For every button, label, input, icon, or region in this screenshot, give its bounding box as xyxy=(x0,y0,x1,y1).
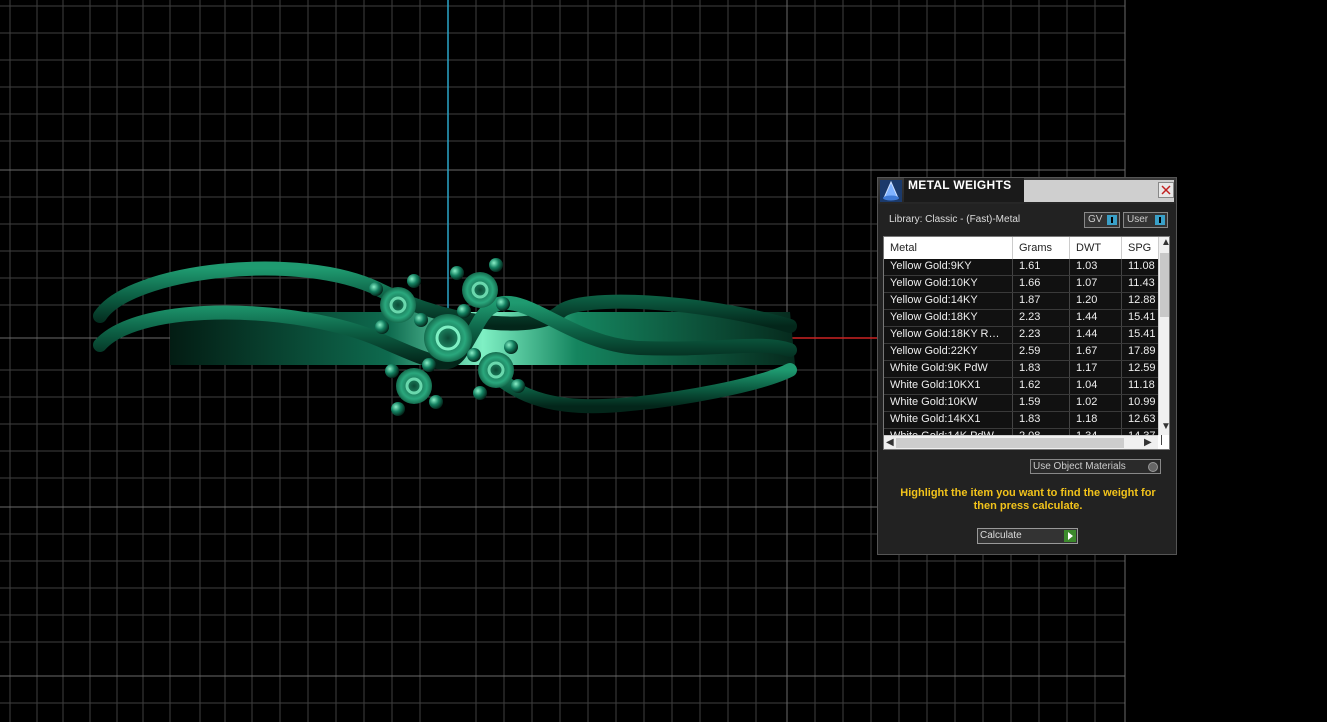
cell-spg: 17.89 xyxy=(1122,344,1162,360)
rosette-lower-right xyxy=(478,352,514,388)
user-toggle[interactable]: User xyxy=(1123,212,1168,228)
cell-dwt: 1.03 xyxy=(1070,259,1122,275)
cell-dwt: 1.17 xyxy=(1070,361,1122,377)
table-row[interactable]: Yellow Gold:10KY 1.66 1.07 11.43 xyxy=(884,276,1162,293)
table-body: Yellow Gold:9KY 1.61 1.03 11.08 Yellow Gold… xyxy=(884,259,1162,446)
user-toggle-label: User xyxy=(1127,214,1149,225)
panel-title: METAL WEIGHTS xyxy=(908,178,1012,192)
table-row[interactable]: White Gold:10KW 1.59 1.02 10.99 xyxy=(884,395,1162,412)
table-header: Metal Grams DWT SPG xyxy=(884,237,1162,259)
scroll-up-icon[interactable]: ▲ xyxy=(1161,237,1169,248)
column-header-grams[interactable]: Grams xyxy=(1013,237,1070,259)
use-object-materials-toggle[interactable]: Use Object Materials xyxy=(1030,459,1161,474)
cell-spg: 15.41 xyxy=(1122,327,1162,343)
info-icon xyxy=(1107,215,1117,225)
horizontal-scroll-thumb[interactable] xyxy=(896,438,1124,448)
ring-wire-bottom xyxy=(483,363,797,414)
rosette-lower-left xyxy=(396,368,432,404)
cell-spg: 12.59 xyxy=(1122,361,1162,377)
cell-dwt: 1.44 xyxy=(1070,310,1122,326)
rosette-upper-left xyxy=(380,287,416,323)
vertical-scrollbar[interactable]: ▲ ▼ xyxy=(1158,237,1169,435)
cell-grams: 1.83 xyxy=(1013,412,1070,428)
cell-metal: Yellow Gold:14KY xyxy=(884,293,1013,309)
cell-metal: White Gold:9K PdW xyxy=(884,361,1013,377)
cell-grams: 1.62 xyxy=(1013,378,1070,394)
cell-grams: 2.59 xyxy=(1013,344,1070,360)
cell-dwt: 1.02 xyxy=(1070,395,1122,411)
cell-grams: 2.23 xyxy=(1013,310,1070,326)
cell-grams: 1.59 xyxy=(1013,395,1070,411)
close-icon xyxy=(1161,185,1171,195)
scroll-left-icon[interactable]: ◀ xyxy=(886,437,894,448)
gv-toggle[interactable]: GV xyxy=(1084,212,1120,228)
column-header-metal[interactable]: Metal xyxy=(884,237,1013,259)
cell-metal: Yellow Gold:18KY R… xyxy=(884,327,1013,343)
vertical-scroll-thumb[interactable] xyxy=(1160,253,1169,317)
title-bar-fill xyxy=(1024,180,1174,202)
cell-spg: 12.63 xyxy=(1122,412,1162,428)
table-row[interactable]: White Gold:9K PdW 1.83 1.17 12.59 xyxy=(884,361,1162,378)
library-label: Library: Classic - (Fast)-Metal xyxy=(889,214,1021,225)
scroll-down-icon[interactable]: ▼ xyxy=(1161,421,1169,432)
cell-grams: 2.23 xyxy=(1013,327,1070,343)
use-object-materials-label: Use Object Materials xyxy=(1033,461,1126,472)
metal-weights-panel: METAL WEIGHTS Library: Classic - (Fast)-… xyxy=(877,177,1177,555)
cell-dwt: 1.44 xyxy=(1070,327,1122,343)
cell-spg: 11.18 xyxy=(1122,378,1162,394)
cell-spg: 11.43 xyxy=(1122,276,1162,292)
table-row[interactable]: White Gold:10KX1 1.62 1.04 11.18 xyxy=(884,378,1162,395)
rosette-upper-right xyxy=(462,272,498,308)
cell-metal: Yellow Gold:9KY xyxy=(884,259,1013,275)
cell-metal: Yellow Gold:10KY xyxy=(884,276,1013,292)
cell-metal: Yellow Gold:18KY xyxy=(884,310,1013,326)
cell-spg: 10.99 xyxy=(1122,395,1162,411)
cell-grams: 1.66 xyxy=(1013,276,1070,292)
table-row[interactable]: White Gold:14KX1 1.83 1.18 12.63 xyxy=(884,412,1162,429)
cell-metal: Yellow Gold:22KY xyxy=(884,344,1013,360)
app-logo-icon xyxy=(880,180,902,202)
cell-metal: White Gold:10KW xyxy=(884,395,1013,411)
cell-metal: White Gold:10KX1 xyxy=(884,378,1013,394)
cell-dwt: 1.18 xyxy=(1070,412,1122,428)
radio-icon xyxy=(1148,462,1158,472)
table-row[interactable]: Yellow Gold:14KY 1.87 1.20 12.88 xyxy=(884,293,1162,310)
scroll-right-icon[interactable]: ▶ xyxy=(1144,437,1152,448)
info-icon xyxy=(1155,215,1165,225)
cell-dwt: 1.04 xyxy=(1070,378,1122,394)
metal-table[interactable]: Metal Grams DWT SPG Yellow Gold:9KY 1.61 1… xyxy=(883,236,1170,450)
cell-metal: White Gold:14KX1 xyxy=(884,412,1013,428)
close-button[interactable] xyxy=(1158,182,1174,198)
cell-dwt: 1.20 xyxy=(1070,293,1122,309)
cell-grams: 1.83 xyxy=(1013,361,1070,377)
table-row[interactable]: Yellow Gold:22KY 2.59 1.67 17.89 xyxy=(884,344,1162,361)
table-row[interactable]: Yellow Gold:18KY 2.23 1.44 15.41 xyxy=(884,310,1162,327)
cell-spg: 11.08 xyxy=(1122,259,1162,275)
rosette-center xyxy=(424,314,472,362)
column-header-spg[interactable]: SPG xyxy=(1122,237,1162,259)
table-row[interactable]: Yellow Gold:9KY 1.61 1.03 11.08 xyxy=(884,259,1162,276)
calculate-label: Calculate xyxy=(980,530,1022,541)
panel-titlebar[interactable]: METAL WEIGHTS xyxy=(878,178,1176,204)
cell-spg: 15.41 xyxy=(1122,310,1162,326)
cell-grams: 1.87 xyxy=(1013,293,1070,309)
cell-spg: 12.88 xyxy=(1122,293,1162,309)
table-row[interactable]: Yellow Gold:18KY R… 2.23 1.44 15.41 xyxy=(884,327,1162,344)
cell-grams: 1.61 xyxy=(1013,259,1070,275)
cell-dwt: 1.67 xyxy=(1070,344,1122,360)
play-arrow-icon xyxy=(1064,530,1076,542)
instruction-text: Highlight the item you want to find the … xyxy=(900,487,1156,512)
calculate-button[interactable]: Calculate xyxy=(977,528,1078,544)
gv-toggle-label: GV xyxy=(1088,214,1103,225)
column-header-dwt[interactable]: DWT xyxy=(1070,237,1122,259)
horizontal-scrollbar[interactable]: ◀ ▶ xyxy=(884,435,1158,449)
cell-dwt: 1.07 xyxy=(1070,276,1122,292)
